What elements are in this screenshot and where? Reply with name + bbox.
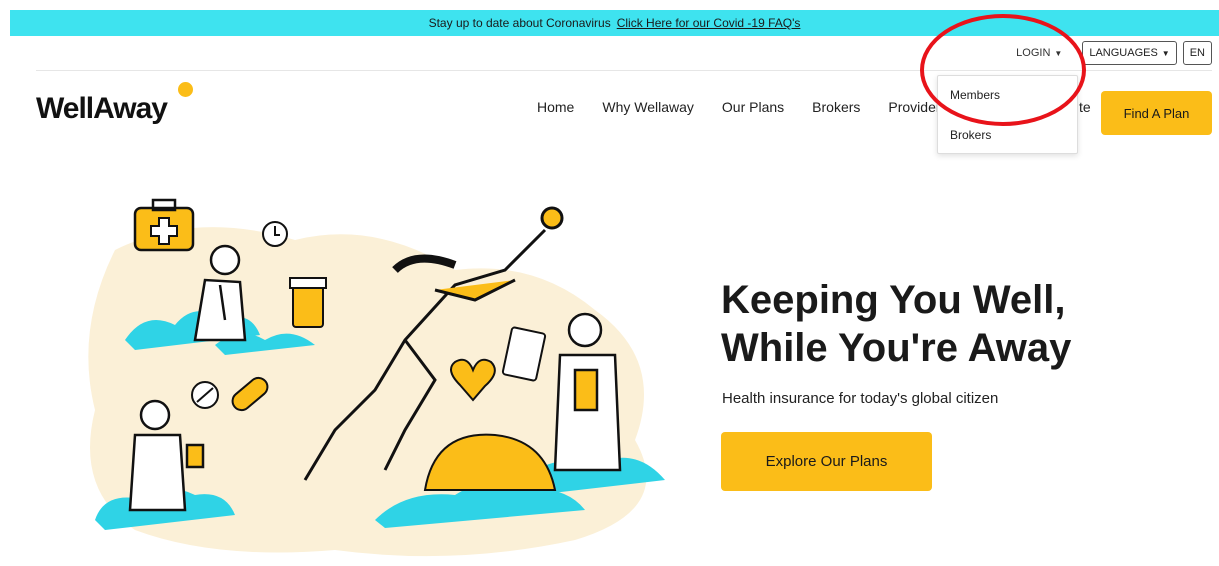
nav-why-wellaway[interactable]: Why Wellaway [602,99,694,115]
languages-label: LANGUAGES [1089,47,1158,59]
nav-brokers[interactable]: Brokers [812,99,860,115]
caret-down-icon: ▼ [1161,48,1170,58]
explore-plans-button[interactable]: Explore Our Plans [721,432,932,491]
hero-title-line2: While You're Away [721,326,1072,370]
language-code: EN [1189,47,1205,59]
wellaway-logo[interactable]: WellAway [36,92,168,126]
clock-icon [262,221,288,247]
hero-title: Keeping You Well, While You're Away [721,276,1141,372]
sun-dot-icon [178,82,193,97]
hero-subtitle: Health insurance for today's global citi… [722,390,999,407]
banner-text: Stay up to date about Coronavirus [428,16,611,30]
find-a-plan-button[interactable]: Find A Plan [1101,91,1212,135]
covid-faq-link[interactable]: Click Here for our Covid -19 FAQ's [617,16,801,30]
hero-illustration [88,198,665,557]
annotation-circle [920,14,1086,126]
medical-kit-icon [133,198,195,252]
nav-our-plans[interactable]: Our Plans [722,99,784,115]
hero-title-line1: Keeping You Well, [721,278,1066,322]
pill-bottle-icon [289,277,327,328]
menu-item-brokers[interactable]: Brokers [950,128,991,142]
main-nav: Home Why Wellaway Our Plans Brokers Prov… [537,99,948,115]
nav-item-partial[interactable]: te [1079,99,1091,115]
languages-button[interactable]: LANGUAGES ▼ [1082,41,1177,65]
nav-home[interactable]: Home [537,99,574,115]
language-code-button[interactable]: EN [1182,41,1212,65]
